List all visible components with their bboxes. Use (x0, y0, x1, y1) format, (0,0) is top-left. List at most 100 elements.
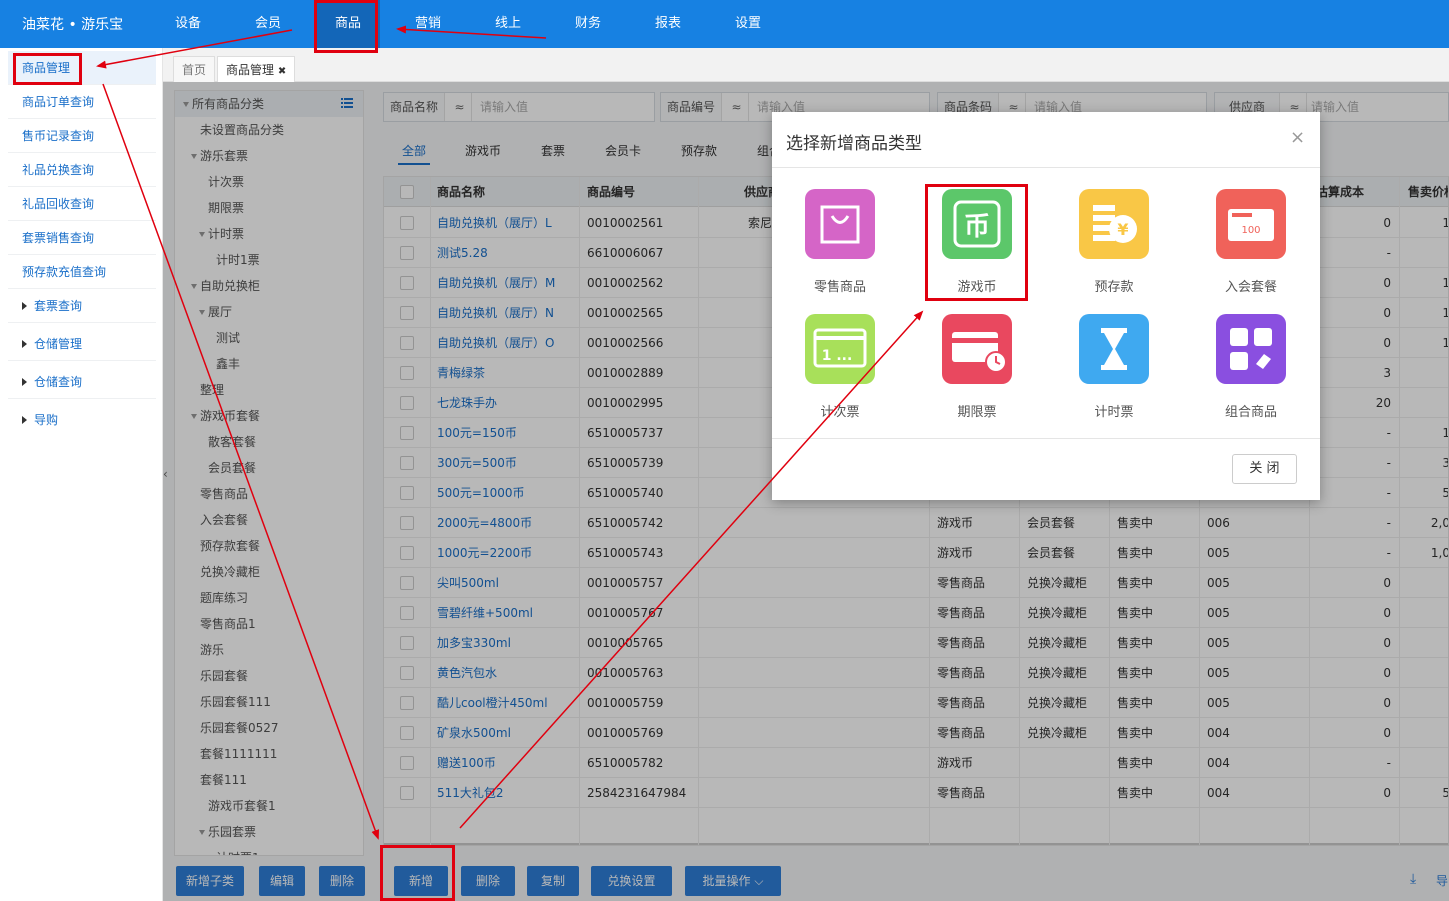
tree-node[interactable]: 散客套餐 (199, 431, 256, 453)
type-membership-tile[interactable]: 100 (1216, 189, 1286, 259)
cell-name[interactable]: 七龙珠手办 (437, 388, 497, 418)
download-icon[interactable]: ⤓ (1410, 871, 1416, 887)
col-name[interactable]: 商品名称 (437, 177, 485, 207)
expand-arrow-icon[interactable] (199, 232, 205, 237)
exchange-settings-button[interactable]: 兑换设置 (591, 866, 672, 896)
row-checkbox[interactable] (400, 516, 414, 530)
cell-name[interactable]: 自助兑换机（展厅）O (437, 328, 554, 358)
nav-settings[interactable]: 设置 (716, 0, 780, 48)
row-checkbox[interactable] (400, 336, 414, 350)
menu-ticket-query[interactable]: 套票查询 (8, 289, 156, 323)
row-checkbox[interactable] (400, 306, 414, 320)
menu-deposit-recharge[interactable]: 预存款充值查询 (8, 255, 156, 289)
cell-name[interactable]: 雪碧纤维+500ml (437, 598, 533, 628)
tree-node[interactable]: 套餐1111111 (191, 743, 277, 765)
delete-category-button[interactable]: 删除 (319, 866, 365, 896)
batch-operation-button[interactable]: 批量操作 ⌵ (685, 866, 781, 896)
tab-product-management[interactable]: 商品管理 ✖ (217, 56, 296, 82)
cell-name[interactable]: 1000元=2200币 (437, 538, 532, 568)
row-checkbox[interactable] (400, 666, 414, 680)
tree-root[interactable]: 所有商品分类 (183, 93, 264, 115)
tree-node[interactable]: 游乐 (191, 639, 224, 661)
cell-name[interactable]: 酷儿cool橙汁450ml (437, 688, 548, 718)
tab-home[interactable]: 首页 (173, 56, 216, 82)
row-checkbox[interactable] (400, 456, 414, 470)
row-checkbox[interactable] (400, 756, 414, 770)
tree-node[interactable]: 套餐111 (191, 769, 247, 791)
match-operator[interactable]: ≈ (725, 93, 749, 121)
filter-tab-deposit[interactable]: 预存款 (681, 142, 717, 162)
row-checkbox[interactable] (400, 396, 414, 410)
filter-tab-coin[interactable]: 游戏币 (465, 142, 501, 162)
row-checkbox[interactable] (400, 426, 414, 440)
row-checkbox[interactable] (400, 726, 414, 740)
expand-arrow-icon[interactable] (199, 830, 205, 835)
cell-name[interactable]: 500元=1000币 (437, 478, 525, 508)
tree-node[interactable]: 乐园套餐0527 (191, 717, 279, 739)
menu-shopping-guide[interactable]: 导购 (8, 403, 156, 437)
cell-name[interactable]: 300元=500币 (437, 448, 517, 478)
menu-product-orders[interactable]: 商品订单查询 (8, 85, 156, 119)
type-deposit-tile[interactable]: ¥ (1079, 189, 1149, 259)
nav-device[interactable]: 设备 (156, 0, 220, 48)
row-checkbox[interactable] (400, 576, 414, 590)
type-combo-tile[interactable] (1216, 314, 1286, 384)
tree-node[interactable]: 乐园套餐111 (191, 691, 271, 713)
row-checkbox[interactable] (400, 246, 414, 260)
cell-name[interactable]: 黄色汽包水 (437, 658, 497, 688)
tree-node[interactable]: 期限票 (199, 197, 244, 219)
cell-name[interactable]: 加多宝330ml (437, 628, 511, 658)
tree-node[interactable]: 计时1票 (207, 249, 260, 271)
col-code[interactable]: 商品编号 (587, 177, 635, 207)
expand-arrow-icon[interactable] (199, 310, 205, 315)
menu-ticket-sales[interactable]: 套票销售查询 (8, 221, 156, 255)
select-all-checkbox[interactable] (400, 185, 414, 199)
export-link[interactable]: 导 (1436, 872, 1448, 889)
table-row[interactable]: 511大礼包2 2584231647984 零售商品 售卖中 004 05 (384, 778, 1448, 808)
expand-arrow-icon[interactable] (191, 414, 197, 419)
row-checkbox[interactable] (400, 276, 414, 290)
product-name-input[interactable]: 请输入值 (480, 93, 528, 121)
type-count-ticket-tile[interactable]: 1 ... (805, 314, 875, 384)
tree-node[interactable]: 展厅 (199, 301, 232, 323)
edit-category-button[interactable]: 编辑 (259, 866, 305, 896)
cell-name[interactable]: 测试5.28 (437, 238, 488, 268)
cell-name[interactable]: 自助兑换机（展厅）M (437, 268, 555, 298)
tree-node[interactable]: 计时票 (199, 223, 244, 245)
nav-report[interactable]: 报表 (636, 0, 700, 48)
add-product-button[interactable]: 新增 (394, 866, 448, 896)
row-checkbox[interactable] (400, 546, 414, 560)
menu-storage-management[interactable]: 仓储管理 (8, 327, 156, 361)
type-timer-ticket-tile[interactable] (1079, 314, 1149, 384)
table-row[interactable]: 雪碧纤维+500ml 0010005767 零售商品 兑换冷藏柜 售卖中 005 0 (384, 598, 1448, 628)
table-row[interactable]: 1000元=2200币 6510005743 游戏币 会员套餐 售卖中 005 - 1,0 (384, 538, 1448, 568)
horizontal-scrollbar[interactable] (384, 843, 1448, 845)
match-operator[interactable]: ≈ (448, 93, 472, 121)
expand-arrow-icon[interactable] (191, 284, 197, 289)
tree-node[interactable]: 入会套餐 (191, 509, 248, 531)
tree-node[interactable]: 鑫丰 (207, 353, 240, 375)
table-row[interactable]: 黄色汽包水 0010005763 零售商品 兑换冷藏柜 售卖中 005 0 (384, 658, 1448, 688)
tree-node[interactable]: 测试 (207, 327, 240, 349)
tree-node[interactable]: 乐园套餐 (191, 665, 248, 687)
menu-product-management[interactable]: 商品管理 (8, 51, 156, 85)
tree-node[interactable]: 零售商品 (191, 483, 248, 505)
table-row[interactable]: 酷儿cool橙汁450ml 0010005759 零售商品 兑换冷藏柜 售卖中 005 0 (384, 688, 1448, 718)
nav-finance[interactable]: 财务 (556, 0, 620, 48)
close-icon[interactable]: × (1290, 127, 1305, 148)
nav-member[interactable]: 会员 (236, 0, 300, 48)
cell-name[interactable]: 自助兑换机（展厅）L (437, 208, 552, 238)
close-button[interactable]: 关 闭 (1232, 454, 1297, 484)
tree-node[interactable]: 预存款套餐 (191, 535, 260, 557)
list-icon[interactable] (341, 97, 353, 109)
cell-name[interactable]: 511大礼包2 (437, 778, 504, 808)
row-checkbox[interactable] (400, 696, 414, 710)
tree-node[interactable]: 自助兑换柜 (191, 275, 260, 297)
delete-product-button[interactable]: 删除 (461, 866, 515, 896)
menu-coin-sales[interactable]: 售币记录查询 (8, 119, 156, 153)
tree-node[interactable]: 兑换冷藏柜 (191, 561, 260, 583)
nav-product[interactable]: 商品 (316, 0, 380, 48)
tree-node[interactable]: 乐园套票 (199, 821, 256, 843)
cell-name[interactable]: 青梅绿茶 (437, 358, 485, 388)
filter-tab-all[interactable]: 全部 (402, 142, 426, 162)
